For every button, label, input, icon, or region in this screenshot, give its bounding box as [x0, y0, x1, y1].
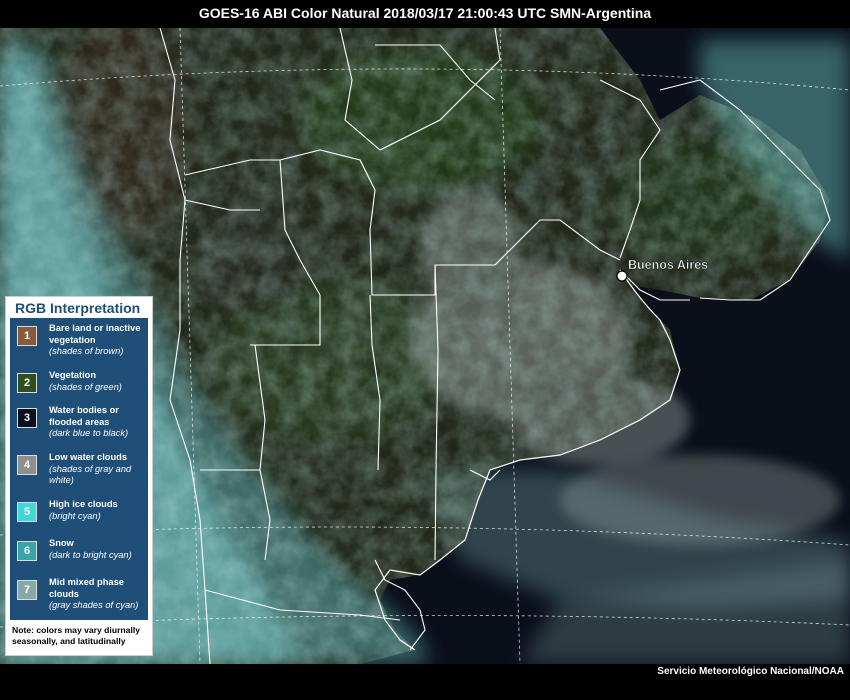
- rgb-legend: RGB Interpretation 1 Bare land or inacti…: [5, 296, 153, 656]
- legend-title: RGB Interpretation: [15, 300, 141, 316]
- legend-desc-5: (bright cyan): [49, 510, 101, 521]
- legend-swatch-7: 7: [17, 580, 37, 600]
- legend-desc-6: (dark to bright cyan): [49, 549, 132, 560]
- legend-items: 1 Bare land or inactive vegetation (shad…: [10, 318, 148, 620]
- legend-label-4: Low water clouds: [49, 452, 128, 462]
- legend-label-1: Bare land or inactive vegetation: [49, 323, 141, 345]
- legend-desc-2: (shades of green): [49, 381, 122, 392]
- legend-label-3: Water bodies or flooded areas: [49, 405, 119, 427]
- legend-label-2: Vegetation: [49, 370, 97, 380]
- legend-label-7: Mid mixed phase clouds: [49, 577, 124, 599]
- legend-swatch-6: 6: [17, 541, 37, 561]
- legend-desc-4: (shades of gray and white): [49, 463, 132, 486]
- legend-swatch-5: 5: [17, 502, 37, 522]
- image-title: GOES-16 ABI Color Natural 2018/03/17 21:…: [0, 0, 850, 28]
- legend-swatch-2: 2: [17, 373, 37, 393]
- legend-note: Note: colors may vary diurnally seasonal…: [12, 625, 140, 646]
- buenos-aires-label: Buenos Aires: [628, 258, 708, 272]
- legend-swatch-1: 1: [17, 326, 37, 346]
- legend-swatch-3: 3: [17, 408, 37, 428]
- legend-desc-7: (gray shades of cyan): [49, 600, 139, 610]
- legend-desc-1: (shades of brown): [49, 346, 124, 356]
- legend-label-5: High ice clouds: [49, 499, 118, 509]
- legend-swatch-4: 4: [17, 455, 37, 475]
- legend-desc-3: (dark blue to black): [49, 428, 129, 438]
- legend-label-6: Snow: [49, 538, 74, 548]
- buenos-aires-marker[interactable]: [616, 270, 628, 282]
- credit-text: Servicio Meteorológico Nacional/NOAA: [657, 666, 844, 677]
